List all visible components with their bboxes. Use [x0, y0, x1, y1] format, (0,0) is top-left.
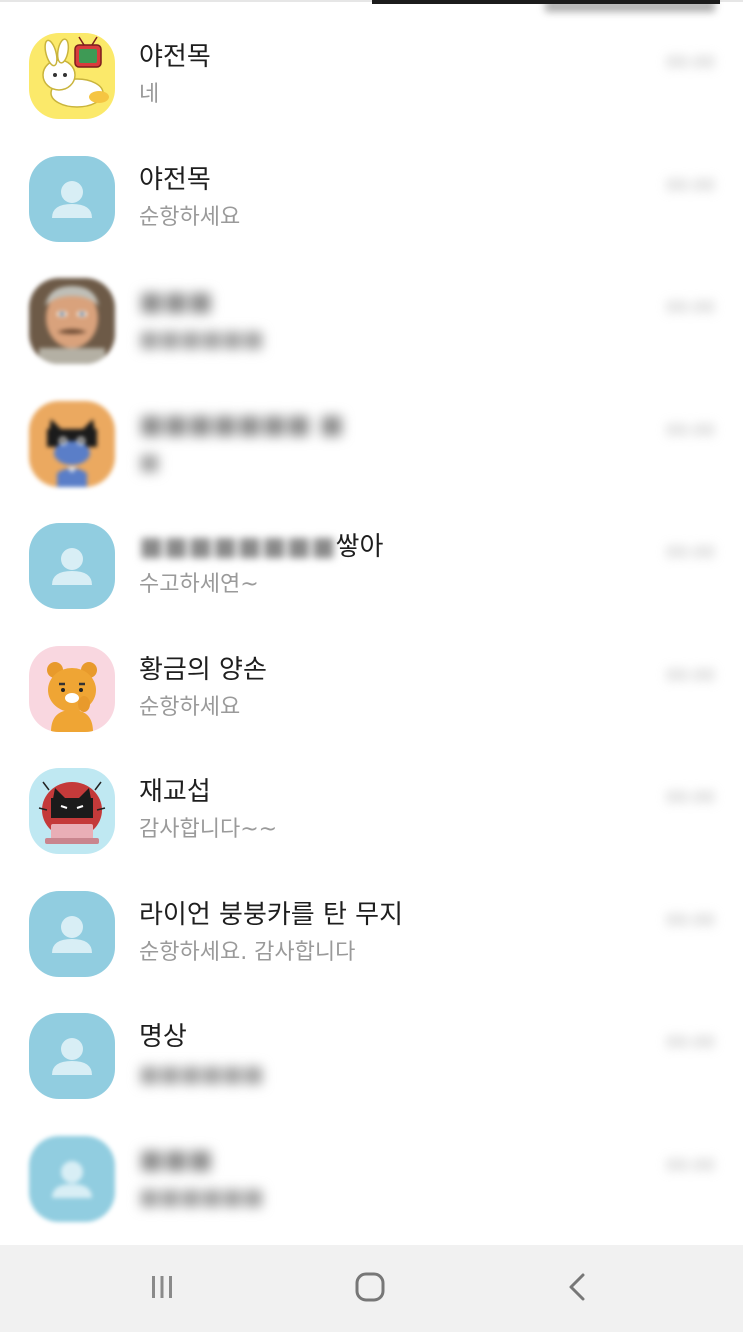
default-person-avatar[interactable]	[29, 523, 115, 609]
chat-last-message: 순항하세요	[139, 694, 241, 720]
chat-time: 00:00	[666, 910, 715, 931]
chat-name: 야전목	[139, 42, 211, 72]
chat-row[interactable]: ■■■■■■■■쌓아 수고하세연~ 00:00	[0, 504, 743, 627]
selected-tab-indicator	[372, 0, 720, 4]
home-icon	[354, 1271, 386, 1307]
chat-row[interactable]: 명상 ■■■■■■ 00:00	[0, 994, 743, 1117]
back-button[interactable]	[548, 1259, 608, 1319]
chat-name: 명상	[139, 1022, 187, 1052]
chat-last-message: 순항하세요	[139, 204, 241, 230]
chat-name-blurred-part: ■■■■■■■■	[139, 532, 336, 562]
chat-last-message: ■■■■■■	[139, 1062, 264, 1087]
chat-name: ■■■	[139, 287, 213, 317]
chat-time: 00:00	[666, 543, 715, 563]
chat-row[interactable]: 야전목 순항하세요 00:00	[0, 137, 743, 260]
chat-name-visible-part: 쌓아	[335, 532, 384, 562]
chat-list-screen: 야전목 네 00:00 야전목 순항하세요 00:00 ■■■ ■■■■■■ 0…	[0, 0, 743, 1332]
chat-row[interactable]: ■■■ ■■■■■■ 00:00	[0, 1117, 743, 1240]
default-person-avatar[interactable]	[29, 890, 115, 977]
black-cat-avatar[interactable]	[29, 400, 115, 487]
chat-row[interactable]: 야전목 네 00:00	[0, 14, 743, 137]
chat-row[interactable]: 재교섭 감사합니다~~ 00:00	[0, 749, 743, 872]
chat-last-message: ■	[139, 449, 160, 475]
chat-last-message: 수고하세연~	[139, 572, 259, 597]
chat-name: 황금의 양손	[139, 654, 267, 685]
chat-time: 00:00	[666, 53, 715, 73]
default-person-avatar[interactable]	[29, 1135, 115, 1222]
chat-name: ■■■■■■■ ■	[139, 409, 344, 440]
recent-apps-icon	[147, 1272, 177, 1306]
back-icon	[563, 1272, 593, 1306]
chat-time: 00:00	[666, 420, 715, 441]
chat-last-message: 감사합니다~~	[139, 817, 278, 842]
chat-last-message: ■■■■■■	[139, 327, 264, 352]
chat-row[interactable]: ■■■ ■■■■■■ 00:00	[0, 259, 743, 382]
home-button[interactable]	[340, 1259, 400, 1319]
chat-name: ■■■	[139, 1144, 213, 1175]
chat-name: ■■■■■■■■쌓아	[139, 529, 383, 565]
chat-time: 00:00	[666, 175, 715, 196]
chat-time: 00:00	[666, 1155, 715, 1176]
recent-apps-button[interactable]	[132, 1259, 192, 1319]
system-navigation-bar	[0, 1245, 743, 1332]
angry-cat-laptop-avatar[interactable]	[29, 768, 115, 854]
chat-name: 재교섭	[139, 777, 211, 807]
chat-time: 00:00	[666, 1033, 715, 1053]
chat-row[interactable]: 황금의 양손 순항하세요 00:00	[0, 627, 743, 750]
chat-last-message: 순항하세요. 감사합니다	[139, 939, 356, 965]
default-person-avatar[interactable]	[29, 155, 115, 242]
chat-list: 야전목 네 00:00 야전목 순항하세요 00:00 ■■■ ■■■■■■ 0…	[0, 14, 743, 1239]
chat-row[interactable]: ■■■■■■■ ■ ■ 00:00	[0, 382, 743, 505]
chat-name: 야전목	[139, 164, 211, 195]
chat-time: 00:00	[666, 788, 715, 808]
bunny-tv-avatar[interactable]	[29, 33, 115, 119]
portrait-avatar[interactable]	[29, 278, 115, 364]
chat-time: 00:00	[666, 298, 715, 318]
default-person-avatar[interactable]	[29, 1013, 115, 1099]
chat-name: 라이언 붕붕카를 탄 무지	[139, 899, 403, 930]
chat-last-message: 네	[139, 82, 160, 107]
chat-row[interactable]: 라이언 붕붕카를 탄 무지 순항하세요. 감사합니다 00:00	[0, 872, 743, 995]
chat-time: 00:00	[666, 665, 715, 686]
chat-last-message: ■■■■■■	[139, 1184, 264, 1210]
ryan-bear-avatar[interactable]	[29, 645, 115, 732]
